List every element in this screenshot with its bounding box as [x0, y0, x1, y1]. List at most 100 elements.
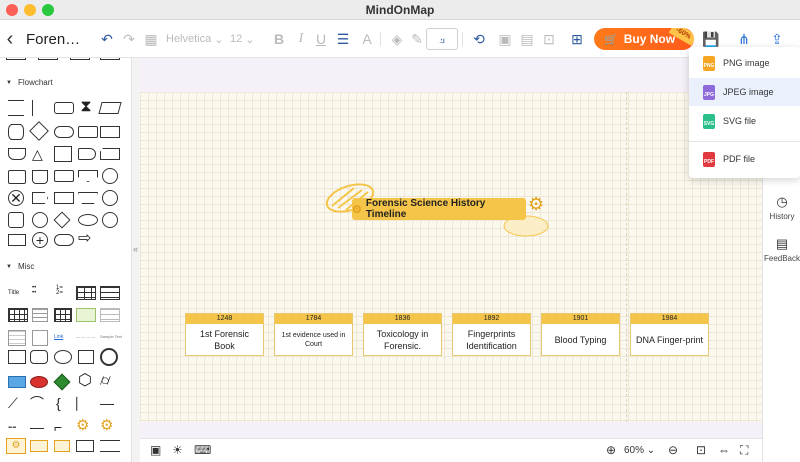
timeline-event[interactable]: 1248 1st Forensic Book — [185, 313, 264, 356]
collapse-panel-icon[interactable]: « — [133, 244, 138, 254]
text-style-icon[interactable]: A — [356, 20, 378, 58]
connector-style-icon[interactable]: ⟓ — [426, 28, 458, 50]
export-pdf-item[interactable]: PDF PDF file — [689, 145, 800, 173]
align-icon[interactable]: ☰ — [332, 20, 354, 58]
line-item[interactable]: ― — [30, 420, 46, 436]
dashed-line-item[interactable]: ╌ — [8, 420, 24, 436]
numbered-list-item[interactable]: 1= 2= — [56, 285, 72, 300]
canvas[interactable]: ⚙ Forensic Science History Timeline ⚙ 12… — [140, 58, 762, 438]
annotation-shape[interactable] — [32, 100, 48, 116]
hourglass-shape[interactable]: ⧗ — [78, 99, 94, 116]
zigzag-line-item[interactable]: ⟋ — [8, 396, 24, 412]
export-png-item[interactable]: PNG PNG image — [689, 49, 800, 77]
text-item[interactable]: — — — — — [76, 334, 96, 344]
timeline-event[interactable]: 1984 DNA Finger-print — [630, 313, 709, 356]
brace-item[interactable]: { — [56, 396, 66, 412]
ellipse-item[interactable] — [54, 350, 72, 364]
history-button[interactable]: ◷ History — [763, 194, 800, 221]
border-color-icon[interactable]: ✎ — [406, 20, 428, 58]
theme-icon[interactable]: ☀ — [172, 443, 183, 457]
export-svg-item[interactable]: SVG SVG file — [689, 107, 800, 135]
circle-item[interactable] — [100, 348, 118, 366]
double-line-item[interactable] — [100, 440, 120, 452]
timeline-event[interactable]: 1784 1st evidence used in Court — [274, 313, 353, 356]
triangle-shape[interactable]: △ — [32, 147, 48, 162]
outline-icon[interactable]: ▣ — [150, 443, 161, 457]
feedback-button[interactable]: ▤ FeedBack — [763, 236, 800, 263]
or-shape[interactable] — [32, 212, 48, 228]
zoom-level[interactable]: 60% ⌄ — [624, 445, 655, 456]
horizontal-line-item[interactable]: ― — [100, 396, 120, 412]
gear-label-item[interactable]: ⚙ — [6, 438, 26, 454]
decision-shape[interactable] — [29, 121, 49, 141]
display-shape[interactable] — [32, 192, 48, 204]
group-icon[interactable]: ▣ — [494, 20, 516, 58]
link-item[interactable]: Link — [54, 334, 72, 344]
buy-now-button[interactable]: 🛒 Buy Now -60% — [594, 28, 694, 50]
back-icon[interactable]: ‹ — [2, 20, 18, 58]
internal-storage-shape[interactable] — [54, 146, 72, 162]
fit-width-icon[interactable]: ⇔ — [718, 443, 730, 457]
predefined-process-shape[interactable] — [54, 170, 74, 182]
italic-icon[interactable]: I — [290, 20, 312, 58]
zoom-in-icon[interactable]: ⊕ — [606, 443, 616, 457]
timeline-event[interactable]: 1901 Blood Typing — [541, 313, 620, 356]
rect-item[interactable] — [8, 350, 26, 364]
database-shape[interactable] — [8, 124, 24, 140]
table-item[interactable] — [76, 286, 96, 300]
gear-icon[interactable]: ⚙ — [100, 418, 118, 436]
delay-shape[interactable] — [78, 148, 96, 160]
document-shape[interactable] — [8, 148, 26, 160]
bracket-shape[interactable] — [8, 100, 24, 116]
sample-text-item[interactable]: Sample Text — [100, 334, 122, 344]
curve-line-item[interactable]: ⌒ — [30, 396, 46, 412]
circle-shape[interactable] — [102, 190, 118, 206]
grid-table-item[interactable] — [8, 308, 28, 322]
canvas-grid[interactable] — [140, 92, 762, 422]
fill-icon[interactable]: ◈ — [386, 20, 408, 58]
rotate-icon[interactable]: ⟲ — [468, 20, 490, 58]
document-item[interactable] — [32, 330, 48, 346]
note-item[interactable] — [8, 330, 26, 346]
ungroup-icon[interactable]: ▤ — [516, 20, 538, 58]
fit-screen-icon[interactable]: ⊡ — [696, 443, 706, 457]
shape-item[interactable] — [70, 58, 90, 60]
yellow-box-item[interactable] — [54, 440, 70, 452]
sort-shape[interactable] — [53, 211, 71, 229]
stored-data-shape[interactable] — [8, 170, 26, 184]
crosshair-shape[interactable]: + — [32, 232, 48, 248]
green-diamond-item[interactable] — [53, 373, 71, 391]
off-page-shape[interactable] — [78, 170, 98, 182]
gear-icon[interactable]: ⚙ — [76, 418, 94, 436]
table-icon[interactable]: ⊞ — [566, 20, 588, 58]
table-gray-item[interactable] — [100, 308, 120, 322]
format-painter-icon[interactable]: ▦ — [140, 20, 162, 58]
table-lines-item[interactable] — [100, 286, 120, 300]
shape-item[interactable] — [100, 58, 120, 60]
manual-input-shape[interactable] — [32, 170, 48, 184]
red-ellipse-item[interactable] — [30, 376, 48, 388]
table-striped-item[interactable] — [32, 308, 48, 322]
arrow-right-shape[interactable]: ⇨ — [78, 231, 98, 248]
timeline-title[interactable]: ⚙ Forensic Science History Timeline — [352, 198, 526, 220]
flowchart-section-header[interactable]: ▼ Flowchart — [6, 78, 53, 87]
underline-icon[interactable]: U — [310, 20, 332, 58]
rounded-rect-item[interactable] — [30, 350, 48, 364]
undo-icon[interactable]: ↶ — [96, 20, 118, 58]
data-shape[interactable] — [98, 102, 122, 114]
blue-rect-item[interactable] — [8, 376, 26, 388]
font-size-select[interactable]: 12 ⌄ — [230, 20, 260, 58]
keyboard-icon[interactable]: ⌨ — [194, 443, 211, 457]
cube-item[interactable]: ⬡ — [78, 373, 94, 390]
rect-shape[interactable] — [100, 126, 120, 138]
title-text-item[interactable]: Title — [8, 286, 26, 300]
table-small-item[interactable] — [54, 308, 72, 322]
redo-icon[interactable]: ↷ — [118, 20, 140, 58]
terminator-shape[interactable] — [54, 126, 74, 138]
step-line-item[interactable]: ⌐ — [54, 420, 70, 436]
manual-operation-shape[interactable] — [78, 192, 98, 204]
bullet-list-item[interactable]: •• •• — [32, 285, 48, 300]
connector-circle-shape[interactable] — [102, 168, 118, 184]
export-jpeg-item[interactable]: JPG JPEG image — [689, 78, 800, 106]
loop-limit-shape[interactable] — [8, 234, 26, 246]
